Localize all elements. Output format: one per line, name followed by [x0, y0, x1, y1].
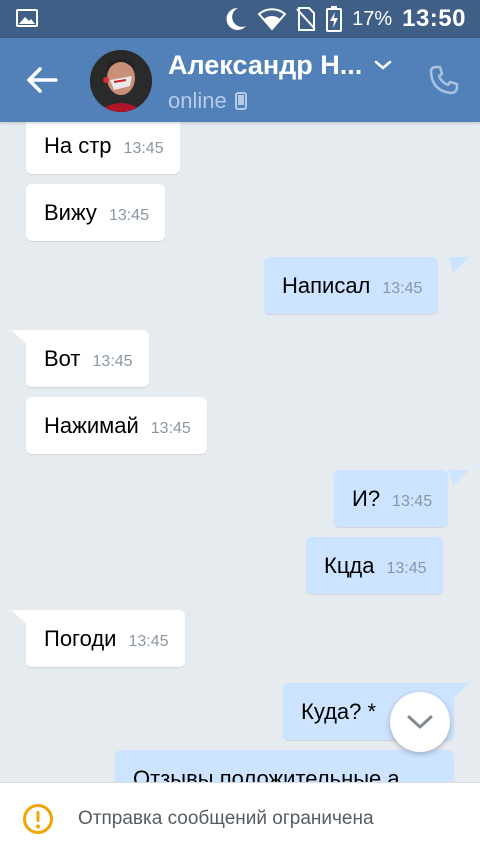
message-text: Кцда [324, 553, 375, 578]
back-arrow-icon[interactable] [22, 64, 62, 96]
message-time: 13:45 [382, 280, 423, 297]
message-time: 13:45 [128, 633, 169, 650]
message-bubble-outgoing[interactable]: И? 13:45 [334, 470, 449, 527]
moon-icon [226, 7, 247, 30]
battery-percent: 17% [352, 7, 393, 30]
message-text: Отзывы положительные а [133, 766, 400, 782]
image-notification-icon [16, 9, 38, 27]
message-list[interactable]: На стр 13:45 Вижу 13:45 Написал 13:45 Во… [0, 122, 480, 782]
message-time: 13:45 [92, 353, 133, 370]
no-sim-icon [296, 7, 316, 31]
message-time: 13:45 [392, 493, 433, 510]
message-text: На стр [44, 133, 112, 158]
message-text: Написал [282, 273, 371, 298]
message-text: Нажимай [44, 413, 139, 438]
status-text: online [168, 88, 227, 113]
message-bubble-incoming[interactable]: Вижу 13:45 [26, 184, 165, 241]
message-bubble-outgoing[interactable]: Кцда 13:45 [306, 537, 443, 594]
chevron-down-icon[interactable] [372, 56, 394, 74]
message-text: И? [352, 486, 381, 511]
messaging-restricted-bar: Отправка сообщений ограничена [0, 782, 480, 854]
message-bubble-incoming[interactable]: Вот 13:45 [26, 330, 149, 387]
message-bubble-outgoing[interactable]: Написал 13:45 [264, 257, 439, 314]
message-time: 13:45 [108, 207, 149, 224]
message-text: Вот [44, 346, 81, 371]
message-time: 13:45 [386, 560, 427, 577]
bubble-tail [449, 257, 469, 273]
battery-charging-icon [326, 6, 343, 32]
status-bar: 17% 13:50 [0, 0, 480, 38]
wifi-icon [258, 8, 287, 30]
chevron-down-icon [407, 715, 433, 729]
warning-circle-icon [23, 803, 53, 834]
restriction-message: Отправка сообщений ограничена [78, 807, 374, 829]
message-bubble-outgoing[interactable]: Отзывы положительные а [115, 750, 454, 782]
contact-name[interactable]: Александр Н... [168, 50, 368, 81]
clock: 13:50 [402, 5, 466, 32]
message-bubble-incoming[interactable]: На стр 13:45 [26, 122, 180, 174]
scroll-to-bottom-button[interactable] [390, 692, 450, 752]
mobile-device-icon [234, 92, 247, 110]
message-text: Вижу [44, 200, 97, 225]
message-time: 13:45 [150, 420, 191, 437]
chat-header: Александр Н... online [0, 38, 480, 122]
phone-icon[interactable] [428, 64, 460, 96]
message-text: Куда? * [301, 699, 377, 724]
message-time: 13:45 [123, 140, 164, 157]
contact-status: online [168, 88, 247, 114]
avatar[interactable] [90, 50, 152, 112]
bubble-tail [449, 470, 469, 486]
message-bubble-incoming[interactable]: Погоди 13:45 [26, 610, 185, 667]
message-text: Погоди [44, 626, 117, 651]
message-bubble-incoming[interactable]: Нажимай 13:45 [26, 397, 207, 454]
